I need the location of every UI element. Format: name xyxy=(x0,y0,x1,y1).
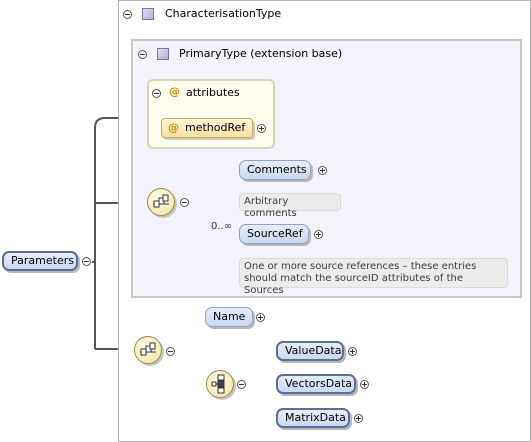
complex-type-icon xyxy=(157,48,169,60)
source-ref-annotation: One or more source references – these en… xyxy=(239,258,508,296)
element-value-data[interactable]: ValueData xyxy=(276,341,344,361)
source-ref-annotation-line-1: One or more source references – these en… xyxy=(244,261,477,272)
expand-icon[interactable] xyxy=(257,124,266,133)
collapse-icon[interactable] xyxy=(82,257,91,266)
source-ref-cardinality: 0..∞ xyxy=(211,221,233,232)
element-comments[interactable]: Comments xyxy=(239,160,311,180)
collapse-icon[interactable] xyxy=(180,198,189,207)
collapse-icon[interactable] xyxy=(138,50,147,59)
collapse-icon[interactable] xyxy=(166,347,175,356)
choice-compositor-icon[interactable] xyxy=(206,370,234,398)
characterisation-type-title: CharacterisationType xyxy=(165,7,282,20)
choice-glyph xyxy=(211,374,225,394)
attribute-method-ref-label: methodRef xyxy=(185,121,246,134)
collapse-icon[interactable] xyxy=(123,10,132,19)
at-sign-icon: @ xyxy=(169,85,180,98)
sequence-glyph xyxy=(153,194,169,208)
at-sign-icon: @ xyxy=(168,121,179,134)
expand-icon[interactable] xyxy=(314,230,323,239)
complex-type-icon xyxy=(142,8,154,20)
expand-icon[interactable] xyxy=(318,166,327,175)
collapse-icon[interactable] xyxy=(237,380,246,389)
attributes-title: attributes xyxy=(186,86,240,99)
element-parameters[interactable]: Parameters xyxy=(2,251,78,271)
element-vectors-data[interactable]: VectorsData xyxy=(276,374,356,394)
element-source-ref[interactable]: SourceRef xyxy=(239,224,309,244)
sequence-compositor-icon[interactable] xyxy=(134,336,162,364)
primary-type-title: PrimaryType (extension base) xyxy=(179,47,343,60)
comments-annotation: Arbitrary comments xyxy=(239,193,341,219)
expand-icon[interactable] xyxy=(256,313,265,322)
element-name[interactable]: Name xyxy=(205,307,253,327)
sequence-glyph xyxy=(140,342,156,356)
source-ref-annotation-line-2: should match the sourceID attributes of … xyxy=(244,273,463,296)
element-matrix-data[interactable]: MatrixData xyxy=(276,408,350,428)
attribute-method-ref[interactable]: @ methodRef xyxy=(161,118,253,138)
expand-icon[interactable] xyxy=(354,414,363,423)
collapse-icon[interactable] xyxy=(152,89,161,98)
expand-icon[interactable] xyxy=(348,347,357,356)
expand-icon[interactable] xyxy=(360,380,369,389)
sequence-compositor-icon[interactable] xyxy=(147,188,175,216)
